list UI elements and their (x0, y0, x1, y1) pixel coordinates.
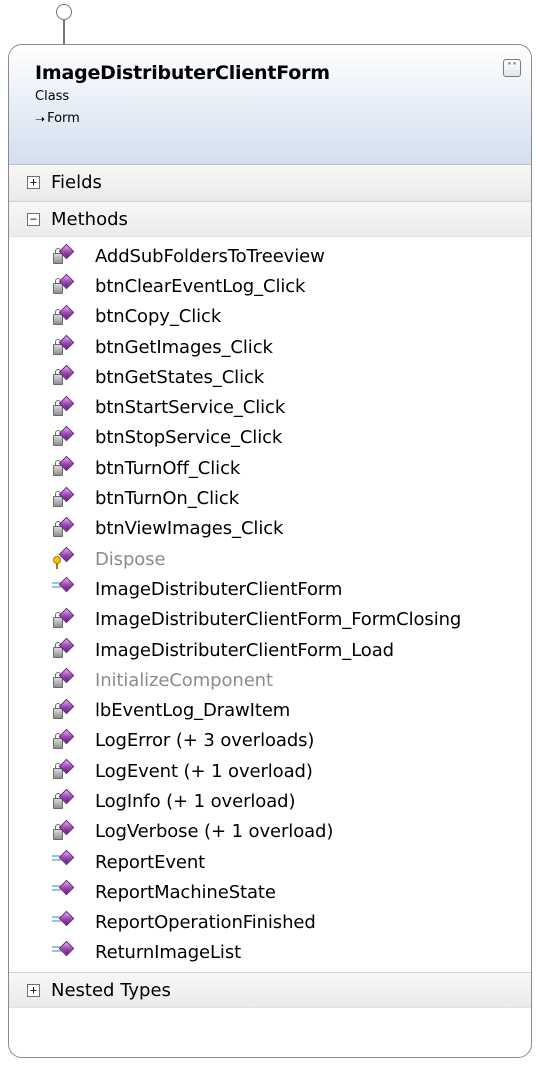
lock-method-icon (51, 243, 77, 267)
section-label: Methods (51, 208, 128, 230)
method-label: ReturnImageList (95, 942, 242, 964)
method-item[interactable]: ReportMachineState (9, 877, 531, 907)
section-nested-types[interactable]: + Nested Types (9, 972, 531, 1009)
method-label: LogInfo (+ 1 overload) (95, 790, 296, 812)
method-item[interactable]: btnStartService_Click (9, 392, 531, 422)
base-type-name: Form (47, 111, 80, 126)
method-label: ImageDistributerClientForm_Load (95, 639, 394, 661)
key-method-icon (51, 546, 77, 570)
method-item[interactable]: ImageDistributerClientForm_Load (9, 635, 531, 665)
method-label: btnViewImages_Click (95, 518, 284, 540)
class-header[interactable]: ImageDistributerClientForm Class ➝ Form … (9, 45, 531, 165)
method-label: AddSubFoldersToTreeview (95, 245, 325, 267)
method-item[interactable]: ReportOperationFinished (9, 908, 531, 938)
method-label: ImageDistributerClientForm (95, 578, 343, 600)
collapse-icon[interactable]: − (27, 212, 40, 226)
method-item[interactable]: ImageDistributerClientForm_FormClosing (9, 605, 531, 635)
lock-method-icon (51, 637, 77, 661)
method-label: LogVerbose (+ 1 overload) (95, 821, 334, 843)
method-item[interactable]: InitializeComponent (9, 665, 531, 695)
method-label: ImageDistributerClientForm_FormClosing (95, 609, 462, 631)
expand-icon[interactable]: + (27, 176, 40, 189)
public-method-icon (51, 910, 77, 934)
method-label: Dispose (95, 548, 166, 570)
public-method-icon (51, 940, 77, 964)
method-label: btnGetImages_Click (95, 336, 273, 358)
method-item[interactable]: btnGetStates_Click (9, 362, 531, 392)
method-label: lbEventLog_DrawItem (95, 700, 291, 722)
section-methods[interactable]: − Methods (9, 201, 531, 237)
method-item[interactable]: btnTurnOff_Click (9, 453, 531, 483)
section-label: Nested Types (51, 979, 171, 1001)
public-method-icon (51, 577, 77, 600)
method-item[interactable]: btnCopy_Click (9, 302, 531, 332)
method-item[interactable]: btnViewImages_Click (9, 514, 531, 544)
method-item[interactable]: Dispose (9, 544, 531, 574)
method-item[interactable]: LogInfo (+ 1 overload) (9, 786, 531, 816)
method-item[interactable]: btnGetImages_Click (9, 332, 531, 362)
method-item[interactable]: btnTurnOn_Click (9, 483, 531, 513)
method-item[interactable]: ImageDistributerClientForm (9, 574, 531, 604)
lock-method-icon (51, 486, 77, 510)
lock-method-icon (51, 698, 77, 722)
method-label: btnCopy_Click (95, 306, 222, 328)
method-item[interactable]: btnClearEventLog_Click (9, 271, 531, 301)
method-item[interactable]: LogVerbose (+ 1 overload) (9, 817, 531, 847)
lock-method-icon (51, 365, 77, 388)
lock-method-icon (51, 425, 77, 449)
method-label: LogError (+ 3 overloads) (95, 730, 315, 752)
lock-method-icon (51, 516, 77, 540)
method-item[interactable]: AddSubFoldersToTreeview (9, 241, 531, 271)
collapse-button[interactable]: ˄˄ (503, 59, 521, 77)
section-fields[interactable]: + Fields (9, 165, 531, 201)
method-item[interactable]: LogError (+ 3 overloads) (9, 726, 531, 756)
method-label: InitializeComponent (95, 669, 273, 691)
base-type-row: ➝ Form (35, 109, 531, 129)
method-label: btnTurnOff_Click (95, 457, 241, 479)
method-item[interactable]: LogEvent (+ 1 overload) (9, 756, 531, 786)
method-label: ReportMachineState (95, 881, 276, 903)
section-label: Fields (51, 172, 102, 193)
method-label: btnClearEventLog_Click (95, 275, 306, 297)
lock-method-icon (51, 758, 77, 782)
lock-method-icon (51, 819, 77, 843)
method-item[interactable]: ReturnImageList (9, 938, 531, 968)
method-label: btnStartService_Click (95, 397, 286, 419)
method-label: LogEvent (+ 1 overload) (95, 760, 313, 782)
interface-lollipop-icon (56, 4, 72, 20)
lock-method-icon (51, 395, 77, 419)
method-item[interactable]: btnStopService_Click (9, 423, 531, 453)
class-name: ImageDistributerClientForm (35, 62, 330, 84)
lock-method-icon (51, 304, 77, 328)
method-label: btnGetStates_Click (95, 366, 265, 388)
lock-method-icon (51, 668, 77, 691)
class-shape[interactable]: ImageDistributerClientForm Class ➝ Form … (8, 44, 532, 1058)
method-item[interactable]: ReportEvent (9, 847, 531, 877)
expand-icon[interactable]: + (27, 983, 40, 997)
public-method-icon (51, 880, 77, 903)
method-label: ReportOperationFinished (95, 912, 316, 934)
lock-method-icon (51, 455, 77, 479)
lock-method-icon (51, 274, 77, 297)
method-label: ReportEvent (95, 851, 206, 873)
lock-method-icon (51, 728, 77, 752)
method-item[interactable]: lbEventLog_DrawItem (9, 695, 531, 725)
interface-connector-line (63, 20, 65, 46)
class-stereotype: Class (35, 89, 70, 104)
method-list: AddSubFoldersToTreeview btnClearEventLog_… (9, 237, 531, 972)
method-label: btnTurnOn_Click (95, 488, 240, 510)
public-method-icon (51, 849, 77, 873)
method-label: btnStopService_Click (95, 427, 283, 449)
lock-method-icon (51, 789, 77, 812)
inherits-arrow-icon: ➝ (35, 112, 46, 126)
lock-method-icon (51, 607, 77, 631)
lock-method-icon (51, 334, 77, 358)
